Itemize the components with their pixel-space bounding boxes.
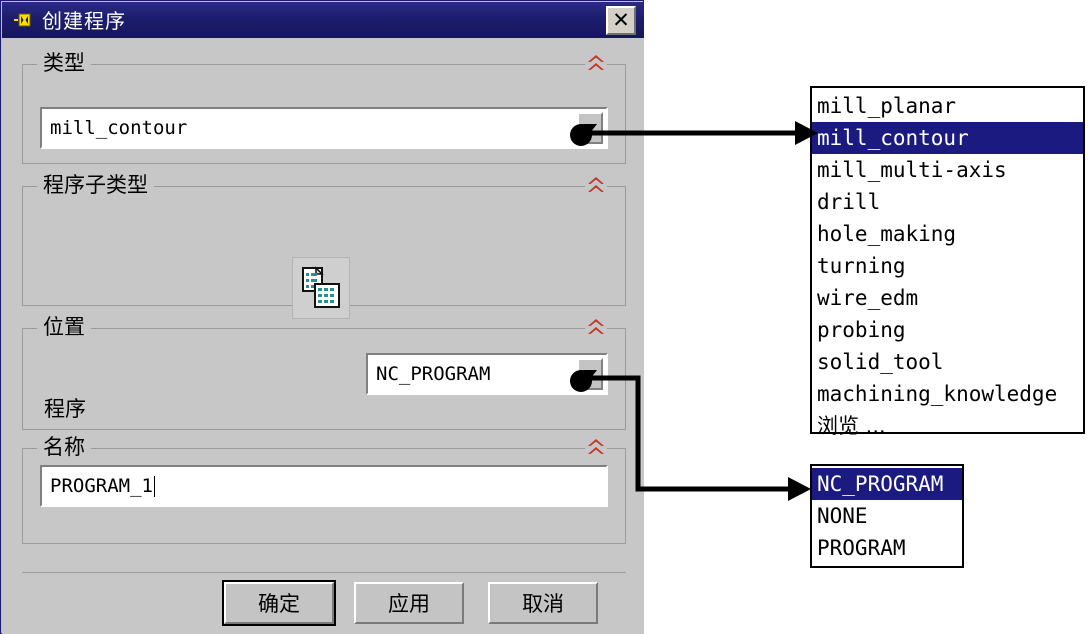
dialog-titlebar[interactable]: 创建程序 ✕ <box>2 2 644 38</box>
list-item[interactable]: turning <box>812 250 1083 282</box>
chevron-down-icon <box>583 369 597 379</box>
group-type-collapse-icon[interactable] <box>585 51 607 75</box>
list-item[interactable]: mill_contour <box>812 122 1083 154</box>
location-field-label: 程序 <box>44 397 86 421</box>
text-caret <box>153 475 155 497</box>
program-subtype-icon <box>302 266 340 308</box>
program-name-input[interactable]: PROGRAM_1 <box>40 465 608 507</box>
type-combo[interactable]: mill_contour <box>40 107 608 149</box>
list-item[interactable]: mill_multi-axis <box>812 154 1083 186</box>
group-subtype-title: 程序子类型 <box>37 172 154 198</box>
group-name-title: 名称 <box>37 434 91 460</box>
list-item-browse[interactable]: 浏览 ... <box>812 410 1083 442</box>
type-combo-value: mill_contour <box>50 117 188 139</box>
close-button[interactable]: ✕ <box>606 6 636 35</box>
list-item[interactable]: hole_making <box>812 218 1083 250</box>
list-item[interactable]: PROGRAM <box>812 532 962 564</box>
chevron-down-icon <box>583 123 597 133</box>
list-item[interactable]: drill <box>812 186 1083 218</box>
program-name-value: PROGRAM_1 <box>50 475 153 497</box>
create-program-dialog: 创建程序 ✕ 类型 mill_contour 程序子类型 位置 程序 NC_PR… <box>0 0 644 634</box>
program-dropdown-list[interactable]: NC_PROGRAM NONE PROGRAM <box>810 464 964 568</box>
type-dropdown-list[interactable]: mill_planar mill_contour mill_multi-axis… <box>810 86 1085 438</box>
dialog-body: 类型 mill_contour 程序子类型 位置 程序 NC_PROGRAM 名… <box>2 38 644 634</box>
list-item[interactable]: solid_tool <box>812 346 1083 378</box>
group-name-collapse-icon[interactable] <box>585 435 607 459</box>
application-icon <box>14 13 34 27</box>
program-subtype-button[interactable] <box>292 257 350 319</box>
list-item[interactable]: wire_edm <box>812 282 1083 314</box>
list-item[interactable]: probing <box>812 314 1083 346</box>
type-combo-dropdown-button[interactable] <box>577 112 603 144</box>
screenshot-root: 创建程序 ✕ 类型 mill_contour 程序子类型 位置 程序 NC_PR… <box>0 0 1089 634</box>
list-item[interactable]: NC_PROGRAM <box>812 468 962 500</box>
ok-button[interactable]: 确定 <box>222 580 336 626</box>
group-type-title: 类型 <box>37 50 91 76</box>
program-combo-value: NC_PROGRAM <box>376 363 491 385</box>
list-item[interactable]: mill_planar <box>812 90 1083 122</box>
apply-button[interactable]: 应用 <box>354 582 464 624</box>
list-item[interactable]: NONE <box>812 500 962 532</box>
button-separator <box>22 572 626 573</box>
cancel-button[interactable]: 取消 <box>488 582 598 624</box>
group-location-title: 位置 <box>37 314 91 340</box>
group-location-collapse-icon[interactable] <box>585 315 607 339</box>
program-combo-dropdown-button[interactable] <box>577 358 603 390</box>
list-item[interactable]: machining_knowledge <box>812 378 1083 410</box>
dialog-title: 创建程序 <box>42 9 126 33</box>
close-icon: ✕ <box>612 8 630 32</box>
program-combo[interactable]: NC_PROGRAM <box>366 353 608 395</box>
group-subtype-collapse-icon[interactable] <box>585 173 607 197</box>
